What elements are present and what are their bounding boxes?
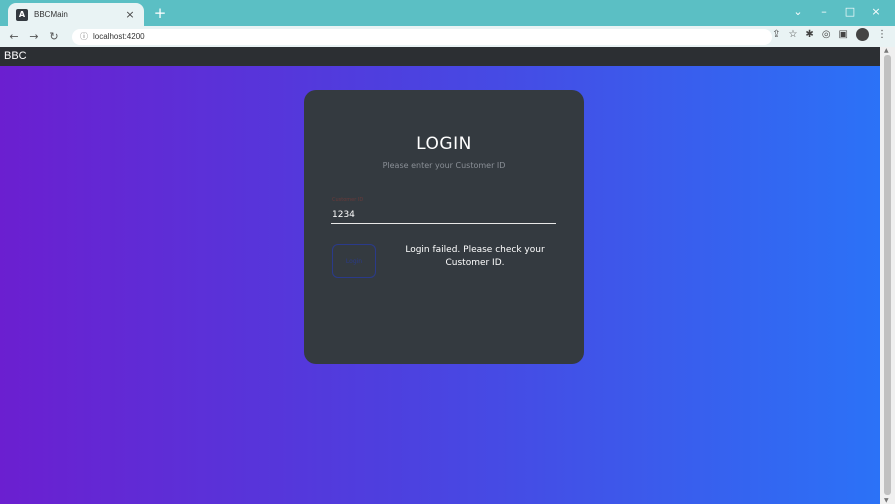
brand-title: BBC <box>4 50 27 62</box>
toolbar-actions: ⇪ ☆ ✱ ◎ ▣ ⋮ <box>772 28 887 41</box>
url-text: localhost:4200 <box>93 32 145 41</box>
new-tab-button[interactable]: + <box>151 4 169 22</box>
login-title: LOGIN <box>416 134 472 154</box>
login-subtitle: Please enter your Customer ID <box>382 161 506 170</box>
scroll-up-icon[interactable]: ▲ <box>884 47 889 54</box>
browser-tab[interactable]: A BBCMain × <box>8 3 144 26</box>
extensions-puzzle-icon[interactable]: ✱ <box>805 29 813 40</box>
page-scrollbar[interactable]: ▲ ▼ <box>880 47 895 504</box>
sync-icon[interactable]: ◎ <box>822 29 831 40</box>
login-card: LOGIN Please enter your Customer ID Cust… <box>304 90 584 364</box>
bookmark-star-icon[interactable]: ☆ <box>788 29 797 40</box>
address-bar[interactable]: ⓘ localhost:4200 <box>72 28 772 45</box>
site-info-icon[interactable]: ⓘ <box>80 31 88 42</box>
angular-favicon-icon: A <box>16 8 28 21</box>
forward-arrow-icon[interactable]: → <box>26 30 42 43</box>
reload-icon[interactable]: ↻ <box>46 30 62 43</box>
browser-tab-strip: A BBCMain × + ⌄ – □ × <box>0 0 895 26</box>
window-controls: ⌄ – □ × <box>785 3 889 21</box>
menu-kebab-icon[interactable]: ⋮ <box>877 29 887 40</box>
scroll-thumb[interactable] <box>884 55 891 495</box>
back-arrow-icon[interactable]: ← <box>6 30 22 43</box>
minimize-button[interactable]: – <box>811 3 837 21</box>
profile-avatar[interactable] <box>856 28 869 41</box>
tab-close-icon[interactable]: × <box>124 8 136 21</box>
scroll-down-icon[interactable]: ▼ <box>884 497 889 504</box>
tab-search-chevron-icon[interactable]: ⌄ <box>785 3 811 21</box>
customer-id-label: Customer ID <box>332 197 364 203</box>
close-window-button[interactable]: × <box>863 3 889 21</box>
login-button[interactable]: Login <box>332 244 376 278</box>
side-panel-icon[interactable]: ▣ <box>839 29 848 40</box>
customer-id-input[interactable] <box>331 206 556 224</box>
share-icon[interactable]: ⇪ <box>772 29 780 40</box>
browser-toolbar: ← → ↻ ⓘ localhost:4200 ⇪ ☆ ✱ ◎ ▣ ⋮ <box>0 26 895 47</box>
login-error-message: Login failed. Please check your Customer… <box>405 245 545 268</box>
maximize-button[interactable]: □ <box>837 3 863 21</box>
tab-title: BBCMain <box>34 10 68 19</box>
app-header: BBC <box>0 47 880 66</box>
